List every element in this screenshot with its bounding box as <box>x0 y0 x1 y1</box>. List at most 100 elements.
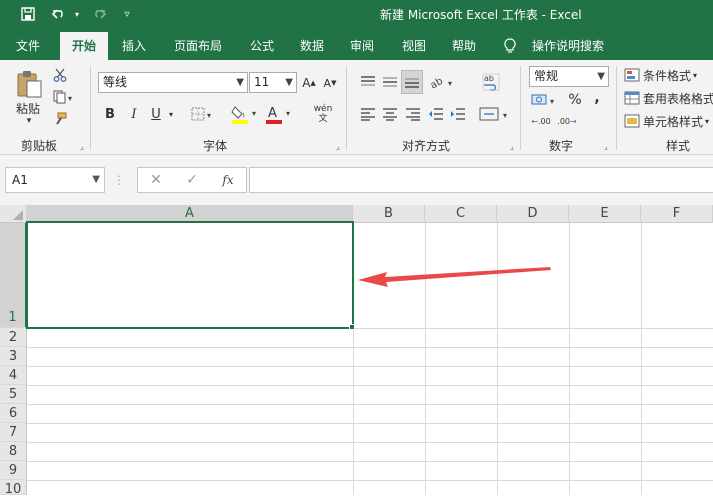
merge-center-icon[interactable]: ▾ <box>478 104 514 124</box>
accounting-format-icon[interactable]: ▾ <box>530 90 560 110</box>
font-launcher-icon[interactable]: ⌟ <box>336 142 340 151</box>
redo-icon[interactable] <box>84 0 112 28</box>
cancel-icon[interactable]: ✕ <box>146 171 166 189</box>
number-launcher-icon[interactable]: ⌟ <box>604 142 608 151</box>
undo-dropdown-icon[interactable]: ▾ <box>72 0 82 28</box>
enter-icon[interactable]: ✓ <box>182 171 202 189</box>
increase-decimal-label: .00 <box>537 117 551 126</box>
row-header-3[interactable]: 3 <box>0 347 27 366</box>
tab-review[interactable]: 审阅 <box>340 32 384 60</box>
format-painter-icon[interactable] <box>50 110 70 128</box>
comma-style-button[interactable]: , <box>590 88 604 108</box>
align-top-icon[interactable] <box>358 72 378 92</box>
align-right-icon[interactable] <box>403 104 423 124</box>
tab-page-layout[interactable]: 页面布局 <box>166 32 230 60</box>
gridline <box>569 223 570 495</box>
tab-file[interactable]: 文件 <box>6 32 50 60</box>
decrease-font-icon[interactable]: A ▼ <box>321 73 339 93</box>
bold-button[interactable]: B <box>102 104 118 124</box>
align-middle-icon[interactable] <box>380 72 400 92</box>
underline-button[interactable]: U <box>148 104 164 124</box>
row-header-7[interactable]: 7 <box>0 423 27 442</box>
formula-buttons: ✕ ✓ fx <box>137 167 247 193</box>
conditional-formatting-label: 条件格式 <box>643 68 692 83</box>
increase-indent-icon[interactable] <box>448 104 468 124</box>
formula-bar: A1 ▼ ⋮ ✕ ✓ fx <box>0 155 713 205</box>
column-header-d[interactable]: D <box>497 205 569 223</box>
save-icon[interactable] <box>14 0 42 28</box>
chevron-down-icon: ▼ <box>597 71 605 82</box>
cell-styles-button[interactable]: 单元格样式 ▾ <box>624 112 713 130</box>
row-header-9[interactable]: 9 <box>0 461 27 480</box>
insert-function-button[interactable]: fx <box>218 171 238 189</box>
phonetic-guide-button[interactable]: wén 文 <box>308 102 338 126</box>
fill-handle[interactable] <box>349 324 355 330</box>
undo-icon[interactable] <box>46 0 74 28</box>
wrap-text-icon[interactable]: ab <box>480 72 502 92</box>
decrease-decimal-icon[interactable]: .00 → <box>556 112 578 132</box>
tell-me-search[interactable]: 操作说明搜索 <box>526 32 610 60</box>
number-format-combo[interactable]: 常规 ▼ <box>529 66 609 87</box>
row-header-8[interactable]: 8 <box>0 442 27 461</box>
gridline <box>27 423 713 424</box>
row-header-10[interactable]: 10 <box>0 480 27 497</box>
clipboard-launcher-icon[interactable]: ⌟ <box>80 142 84 151</box>
borders-icon[interactable]: ▾ <box>190 104 216 124</box>
font-size-combo[interactable]: 11 ▼ <box>249 72 297 93</box>
select-all-corner[interactable] <box>0 205 27 223</box>
row-header-2[interactable]: 2 <box>0 328 27 347</box>
chevron-down-icon: ▼ <box>285 77 293 88</box>
font-color-icon[interactable]: A ▾ <box>264 102 296 126</box>
format-as-table-button[interactable]: 套用表格格式 <box>624 89 713 107</box>
decrease-indent-icon[interactable] <box>426 104 446 124</box>
row-header-1[interactable]: 1 <box>0 223 27 328</box>
conditional-formatting-button[interactable]: 条件格式 ▾ <box>624 66 713 84</box>
orientation-icon[interactable]: ab ▾ <box>428 72 458 92</box>
svg-text:▾: ▾ <box>252 109 256 118</box>
tab-help[interactable]: 帮助 <box>442 32 486 60</box>
row-header-4[interactable]: 4 <box>0 366 27 385</box>
svg-text:▾: ▾ <box>448 79 452 88</box>
alignment-launcher-icon[interactable]: ⌟ <box>510 142 514 151</box>
underline-dropdown-icon[interactable]: ▾ <box>166 106 176 122</box>
column-header-f[interactable]: F <box>641 205 713 223</box>
increase-decimal-icon[interactable]: ← .00 <box>530 112 552 132</box>
customize-qat-icon[interactable]: ▿ <box>118 0 136 28</box>
cut-icon[interactable] <box>50 66 70 84</box>
percent-button[interactable]: % <box>566 90 584 110</box>
copy-icon[interactable]: ▾ <box>50 88 78 106</box>
name-box-value: A1 <box>12 173 28 187</box>
clipboard-group-label: 剪贴板 <box>20 139 57 153</box>
name-box[interactable]: A1 ▼ <box>5 167 105 193</box>
tab-view[interactable]: 视图 <box>392 32 436 60</box>
align-bottom-icon[interactable] <box>401 70 423 94</box>
tab-data[interactable]: 数据 <box>290 32 334 60</box>
tab-insert[interactable]: 插入 <box>112 32 156 60</box>
column-header-b[interactable]: B <box>353 205 425 223</box>
increase-font-icon[interactable]: A ▲ <box>300 73 318 93</box>
svg-text:▾: ▾ <box>207 111 211 120</box>
font-group-label: 字体 <box>202 139 227 153</box>
italic-button[interactable]: I <box>126 104 142 124</box>
svg-text:▾: ▾ <box>286 109 290 118</box>
group-separator <box>616 66 617 150</box>
formula-input[interactable] <box>249 167 713 193</box>
paste-button[interactable]: 粘贴 <box>10 100 46 116</box>
lightbulb-icon[interactable] <box>500 32 520 60</box>
row-header-5[interactable]: 5 <box>0 385 27 404</box>
font-name-combo[interactable]: 等线 ▼ <box>98 72 248 93</box>
align-center-icon[interactable] <box>380 104 400 124</box>
align-left-icon[interactable] <box>358 104 378 124</box>
tab-home[interactable]: 开始 <box>60 32 108 60</box>
paste-dropdown-icon[interactable]: ▾ <box>19 116 39 126</box>
column-header-c[interactable]: C <box>425 205 497 223</box>
paste-icon[interactable] <box>12 68 46 100</box>
fill-color-icon[interactable]: ▾ <box>230 102 262 126</box>
styles-group-label: 样式 <box>665 139 690 153</box>
gridline <box>27 404 713 405</box>
tab-formulas[interactable]: 公式 <box>240 32 284 60</box>
active-cell-a1[interactable] <box>26 221 354 329</box>
row-header-6[interactable]: 6 <box>0 404 27 423</box>
title-bar: ▾ ▿ 新建 Microsoft Excel 工作表 - Excel <box>0 0 713 28</box>
column-header-e[interactable]: E <box>569 205 641 223</box>
